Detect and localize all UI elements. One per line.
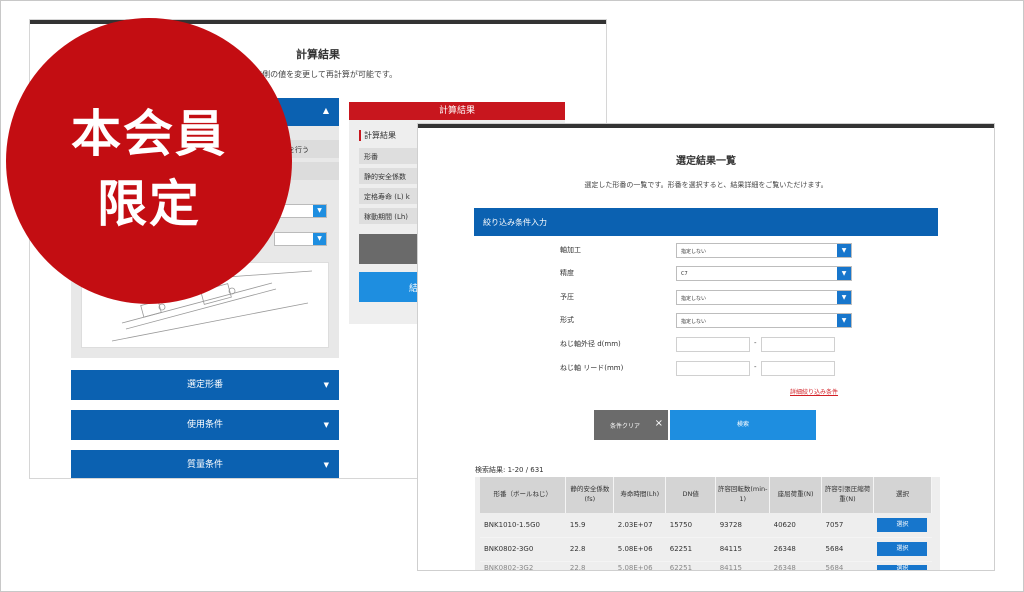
- dropdown-arrow-icon: ▼: [837, 314, 851, 327]
- col-life-hours: 寿命時間(Lh): [613, 477, 667, 513]
- cell-tension-load: 7057: [821, 513, 874, 538]
- cell-life-hours: 2.03E+07: [613, 513, 666, 538]
- accordion-mass-conditions[interactable]: 質量条件 ▼: [71, 450, 339, 478]
- cell-safety-factor: 22.8: [565, 561, 614, 570]
- button-label: 条件クリア: [610, 423, 641, 430]
- filter-label-shaft-processing: 軸加工: [560, 246, 581, 254]
- cell-select: 選択: [873, 513, 932, 538]
- cell-select: 選択: [873, 537, 932, 562]
- cell-life-hours: 5.08E+06: [613, 561, 666, 570]
- filter-label-type: 形式: [560, 316, 574, 324]
- select-button[interactable]: 選択: [877, 517, 928, 532]
- dropdown-arrow-icon: ▼: [837, 267, 851, 280]
- select-value: 指定しない: [681, 319, 707, 325]
- table-row: BNK0802-3G0 22.8 5.08E+06 62251 84115 26…: [480, 537, 932, 562]
- chevron-up-icon: ▲: [322, 106, 329, 115]
- badge-line-2: 限定: [97, 175, 201, 233]
- col-select: 選択: [873, 477, 933, 513]
- chevron-down-icon: ▼: [323, 381, 329, 389]
- col-safety-factor: 静的安全係数(fs): [565, 477, 615, 513]
- filter-select-type[interactable]: 指定しない ▼: [676, 313, 852, 328]
- results-table-container: 形番（ボールねじ） 静的安全係数(fs) 寿命時間(Lh) DN値 許容回転数(…: [475, 477, 940, 570]
- chevron-down-icon: ▼: [323, 421, 329, 429]
- cell-allowable-rpm: 93728: [715, 513, 770, 538]
- table-header-row: 形番（ボールねじ） 静的安全係数(fs) 寿命時間(Lh) DN値 許容回転数(…: [480, 477, 933, 513]
- cell-safety-factor: 15.9: [565, 513, 614, 538]
- range-separator: -: [754, 339, 757, 347]
- page-title: 選定結果一覧: [676, 156, 736, 167]
- search-button[interactable]: 検索: [670, 410, 816, 440]
- cell-model: BNK1010-1.5G0: [480, 513, 566, 538]
- filter-select-preload[interactable]: 指定しない ▼: [676, 290, 852, 305]
- result-count: 検索結果: 1-20 / 631: [475, 466, 544, 474]
- result-subheader: 計算結果: [359, 130, 396, 141]
- col-model: 形番（ボールねじ）: [480, 477, 567, 513]
- table-row: BNK0802-3G2 22.8 5.08E+06 62251 84115 26…: [480, 561, 932, 570]
- results-table: 形番（ボールねじ） 静的安全係数(fs) 寿命時間(Lh) DN値 許容回転数(…: [480, 477, 933, 570]
- select-value: C7: [681, 271, 688, 277]
- cell-dn-value: 15750: [665, 513, 716, 538]
- close-icon: ×: [654, 418, 663, 429]
- detail-filter-link[interactable]: 詳細絞り込み条件: [790, 387, 838, 396]
- cell-select: 選択: [873, 561, 932, 570]
- cell-buckling-load: 26348: [769, 537, 822, 562]
- col-allowable-rpm: 許容回転数(min-1): [715, 477, 771, 513]
- filter-label-accuracy: 精度: [560, 269, 574, 277]
- cell-allowable-rpm: 84115: [715, 537, 770, 562]
- col-buckling-load: 座屈荷重(N): [769, 477, 823, 513]
- selection-results-window: 選定結果一覧 選定した形番の一覧です。形番を選択すると、結果詳細をご覧いただけま…: [418, 124, 994, 570]
- dropdown-arrow-icon: ▼: [837, 291, 851, 304]
- cell-dn-value: 62251: [665, 561, 716, 570]
- cell-tension-load: 5684: [821, 561, 874, 570]
- filter-label-lead: ねじ軸 リード(mm): [560, 364, 624, 372]
- accordion-selected-model[interactable]: 選定形番 ▼: [71, 370, 339, 400]
- cell-model: BNK0802-3G0: [480, 537, 566, 562]
- cell-life-hours: 5.08E+06: [613, 537, 666, 562]
- shaft-diameter-min-input[interactable]: [676, 337, 750, 352]
- range-separator: -: [754, 363, 757, 371]
- filter-label-preload: 予圧: [560, 293, 574, 301]
- dropdown-arrow-icon: ▼: [313, 205, 326, 217]
- col-dn-value: DN値: [665, 477, 717, 513]
- dropdown-arrow-icon: ▼: [313, 233, 326, 245]
- select-value: 指定しない: [681, 296, 707, 302]
- cell-safety-factor: 22.8: [565, 537, 614, 562]
- dropdown-arrow-icon: ▼: [837, 244, 851, 257]
- filter-header: 絞り込み条件入力: [474, 208, 938, 236]
- cell-allowable-rpm: 84115: [715, 561, 770, 570]
- result-panel-header: 計算結果: [349, 102, 565, 120]
- lead-min-input[interactable]: [676, 361, 750, 376]
- cell-tension-load: 5684: [821, 537, 874, 562]
- badge-line-1: 本会員: [71, 105, 227, 163]
- members-only-badge: 本会員 限定: [6, 18, 292, 304]
- select-value: 指定しない: [681, 249, 707, 255]
- accordion-usage-conditions[interactable]: 使用条件 ▼: [71, 410, 339, 440]
- accordion-label: 選定形番: [186, 380, 223, 390]
- cell-dn-value: 62251: [665, 537, 716, 562]
- select-button[interactable]: 選択: [877, 542, 928, 556]
- cell-buckling-load: 26348: [769, 561, 822, 570]
- cell-buckling-load: 40620: [769, 513, 822, 538]
- col-tension-load: 許容引張圧縮荷重(N): [821, 477, 874, 513]
- filter-select-shaft-processing[interactable]: 指定しない ▼: [676, 243, 852, 258]
- shaft-diameter-max-input[interactable]: [761, 337, 835, 352]
- select-button[interactable]: 選択: [877, 564, 928, 570]
- clear-conditions-button[interactable]: 条件クリア ×: [594, 410, 668, 440]
- accordion-label: 使用条件: [186, 420, 223, 430]
- filter-select-accuracy[interactable]: C7 ▼: [676, 266, 852, 281]
- filter-label-shaft-diameter: ねじ軸外径 d(mm): [560, 340, 621, 348]
- page-description: 選定した形番の一覧です。形番を選択すると、結果詳細をご覧いただけます。: [584, 181, 828, 189]
- cell-model: BNK0802-3G2: [480, 561, 566, 570]
- accordion-label: 質量条件: [186, 460, 223, 470]
- chevron-down-icon: ▼: [323, 461, 329, 469]
- lead-max-input[interactable]: [761, 361, 835, 376]
- table-row: BNK1010-1.5G0 15.9 2.03E+07 15750 93728 …: [480, 513, 932, 538]
